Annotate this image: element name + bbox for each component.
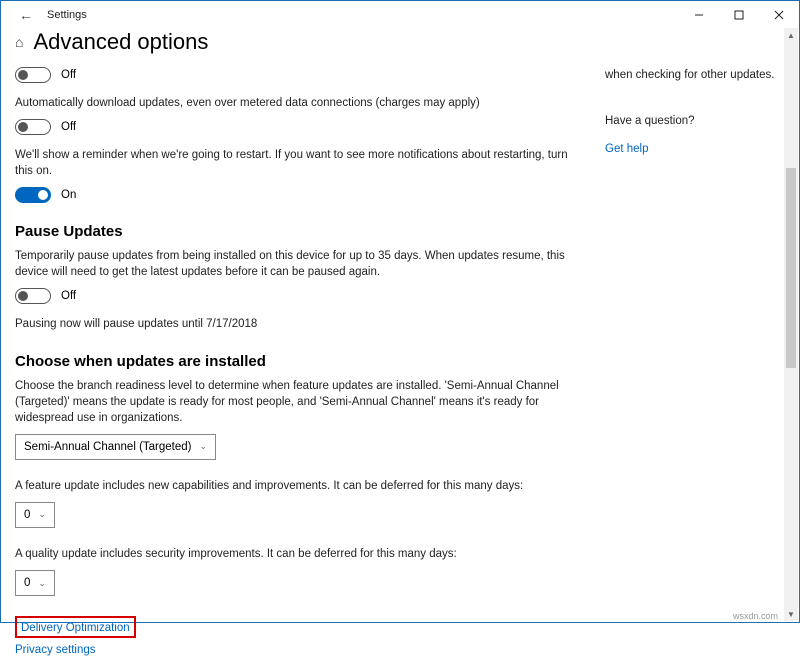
- quality-defer-dropdown[interactable]: 0 ⌄: [15, 570, 55, 596]
- restart-reminder-description: We'll show a reminder when we're going t…: [15, 147, 575, 179]
- chevron-down-icon: ⌄: [38, 578, 46, 589]
- chevron-down-icon: ⌄: [199, 441, 207, 452]
- choose-when-heading: Choose when updates are installed: [15, 353, 575, 370]
- chevron-down-icon: ⌄: [38, 509, 46, 520]
- auto-download-description: Automatically download updates, even ove…: [15, 95, 575, 111]
- scroll-up-button[interactable]: ▲: [784, 28, 798, 42]
- quality-update-description: A quality update includes security impro…: [15, 546, 575, 562]
- branch-readiness-value: Semi-Annual Channel (Targeted): [24, 441, 191, 453]
- pause-updates-heading: Pause Updates: [15, 223, 575, 240]
- toggle-auto-download[interactable]: [15, 119, 51, 135]
- feature-defer-value: 0: [24, 509, 30, 521]
- choose-when-description: Choose the branch readiness level to det…: [15, 378, 575, 426]
- toggle-restart-reminder-label: On: [61, 189, 76, 201]
- have-a-question-label: Have a question?: [605, 115, 795, 127]
- feature-update-description: A feature update includes new capabiliti…: [15, 478, 575, 494]
- home-icon[interactable]: ⌂: [15, 34, 23, 50]
- quality-defer-value: 0: [24, 577, 30, 589]
- toggle-auto-download-label: Off: [61, 121, 76, 133]
- feature-defer-dropdown[interactable]: 0 ⌄: [15, 502, 55, 528]
- delivery-optimization-link[interactable]: Delivery Optimization: [21, 622, 130, 634]
- vertical-scrollbar[interactable]: ▲ ▼: [784, 28, 798, 621]
- pause-updates-description: Temporarily pause updates from being ins…: [15, 248, 575, 280]
- side-checking-text: when checking for other updates.: [605, 67, 795, 83]
- scroll-thumb[interactable]: [786, 168, 796, 368]
- watermark: wsxdn.com: [733, 611, 778, 621]
- page-title: Advanced options: [33, 29, 208, 55]
- window-title: Settings: [41, 9, 87, 21]
- highlight-annotation: Delivery Optimization: [15, 616, 136, 638]
- get-help-link[interactable]: Get help: [605, 143, 648, 155]
- minimize-button[interactable]: [679, 1, 719, 29]
- pause-until-note: Pausing now will pause updates until 7/1…: [15, 316, 575, 332]
- toggle-pause-updates[interactable]: [15, 288, 51, 304]
- maximize-button[interactable]: [719, 1, 759, 29]
- branch-readiness-dropdown[interactable]: Semi-Annual Channel (Targeted) ⌄: [15, 434, 216, 460]
- close-button[interactable]: [759, 1, 799, 29]
- toggle-pause-updates-label: Off: [61, 290, 76, 302]
- toggle-unknown-top-label: Off: [61, 69, 76, 81]
- toggle-unknown-top[interactable]: [15, 67, 51, 83]
- privacy-settings-link[interactable]: Privacy settings: [15, 644, 96, 656]
- scroll-down-button[interactable]: ▼: [784, 607, 798, 621]
- toggle-restart-reminder[interactable]: [15, 187, 51, 203]
- back-button[interactable]: ←: [11, 3, 41, 27]
